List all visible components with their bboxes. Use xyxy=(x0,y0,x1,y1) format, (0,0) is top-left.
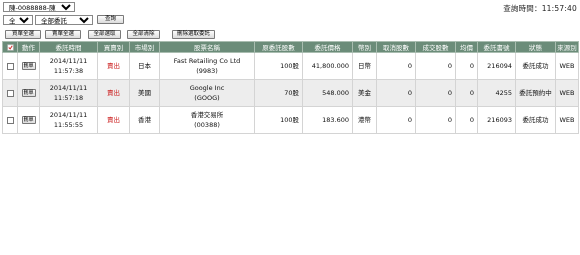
orders-table: 動作 委託時間 買賣別 市場別 股票名稱 原委託股數 委託價格 幣別 取消股數 … xyxy=(2,41,579,134)
col-header-order-no: 委託書號 xyxy=(477,41,516,53)
market-cell: 美國 xyxy=(129,79,160,107)
status-cell: 委託成功 xyxy=(515,52,556,80)
source-cell: WEB xyxy=(555,106,579,134)
account-select[interactable]: 陳-0088888-陳 先生 xyxy=(3,2,75,12)
side-cell: 賣出 xyxy=(97,106,130,134)
price-cell: 183.600 xyxy=(302,106,353,134)
header-select-cell[interactable] xyxy=(2,41,18,53)
order-date: 2014/11/11 xyxy=(49,57,88,65)
row-action-cell: 刪單 xyxy=(17,79,40,107)
row-checkbox[interactable] xyxy=(6,89,14,97)
col-header-currency: 幣別 xyxy=(352,41,377,53)
order-time: 11:57:18 xyxy=(53,94,84,102)
col-header-order-time: 委託時間 xyxy=(39,41,98,53)
market-cell: 香港 xyxy=(129,106,160,134)
row-select-cell xyxy=(2,106,18,134)
order-qty-cell: 70股 xyxy=(254,79,303,107)
col-header-source: 來源別 xyxy=(555,41,579,53)
checkbox-toggle-icon[interactable] xyxy=(6,43,14,51)
select-all-sell-button[interactable]: 賣單全選 xyxy=(45,30,81,39)
cancel-order-button[interactable]: 刪單 xyxy=(21,116,36,124)
query-time-value: 11:57:40 xyxy=(541,4,577,13)
avg-price-cell: 0 xyxy=(455,106,478,134)
row-select-cell xyxy=(2,52,18,80)
row-select-cell xyxy=(2,79,18,107)
select-all-button[interactable]: 全部選取 xyxy=(88,30,121,39)
cancel-selected-orders-button[interactable]: 刪除選取委託 xyxy=(172,30,215,39)
cancel-order-button[interactable]: 刪單 xyxy=(21,62,36,70)
order-qty-cell: 100股 xyxy=(254,52,303,80)
col-header-filled-qty: 成交股數 xyxy=(415,41,456,53)
stock-name: Fast Retailing Co Ltd xyxy=(173,57,241,65)
table-row: 刪單 2014/11/11 11:57:38 賣出 日本 Fast Retaili… xyxy=(2,52,579,80)
stock-name-cell: Fast Retailing Co Ltd (9983) xyxy=(159,52,255,80)
order-time: 11:57:38 xyxy=(53,67,84,75)
order-time: 11:55:55 xyxy=(53,121,84,129)
col-header-side: 買賣別 xyxy=(97,41,130,53)
order-date: 2014/11/11 xyxy=(49,84,88,92)
price-cell: 548.000 xyxy=(302,79,353,107)
currency-cell: 美金 xyxy=(352,79,377,107)
col-header-stock-name: 股票名稱 xyxy=(159,41,255,53)
avg-price-cell: 0 xyxy=(455,52,478,80)
stock-name-cell: Google Inc (GOOG) xyxy=(159,79,255,107)
col-header-market: 市場別 xyxy=(129,41,160,53)
select-all-buy-button[interactable]: 買單全選 xyxy=(5,30,41,39)
source-cell: WEB xyxy=(555,79,579,107)
price-cell: 41,800.000 xyxy=(302,52,353,80)
avg-price-cell: 0 xyxy=(455,79,478,107)
stock-name-cell: 香港交易所 (00388) xyxy=(159,106,255,134)
order-no-cell: 4255 xyxy=(477,79,516,107)
filled-qty-cell: 0 xyxy=(415,52,456,80)
order-time-cell: 2014/11/11 11:57:38 xyxy=(39,52,98,80)
order-no-cell: 216093 xyxy=(477,106,516,134)
order-time-cell: 2014/11/11 11:57:18 xyxy=(39,79,98,107)
status-cell: 委託預約中 xyxy=(515,79,556,107)
order-time-cell: 2014/11/11 11:55:55 xyxy=(39,106,98,134)
side-cell: 賣出 xyxy=(97,79,130,107)
row-checkbox[interactable] xyxy=(6,116,14,124)
col-header-avg-price: 均價 xyxy=(455,41,478,53)
cancelled-qty-cell: 0 xyxy=(376,106,416,134)
market-cell: 日本 xyxy=(129,52,160,80)
col-header-price: 委託價格 xyxy=(302,41,353,53)
order-qty-cell: 100股 xyxy=(254,106,303,134)
stock-code: (9983) xyxy=(196,67,218,75)
row-action-cell: 刪單 xyxy=(17,106,40,134)
table-row: 刪單 2014/11/11 11:55:55 賣出 香港 香港交易所 (00388)… xyxy=(2,106,579,134)
order-date: 2014/11/11 xyxy=(49,111,88,119)
filled-qty-cell: 0 xyxy=(415,79,456,107)
cancel-order-button[interactable]: 刪單 xyxy=(21,89,36,97)
order-status-select[interactable]: 全部委託 xyxy=(35,15,93,25)
order-no-cell: 216094 xyxy=(477,52,516,80)
source-cell: WEB xyxy=(555,52,579,80)
filled-qty-cell: 0 xyxy=(415,106,456,134)
currency-cell: 日幣 xyxy=(352,52,377,80)
currency-cell: 港幣 xyxy=(352,106,377,134)
col-header-order-qty: 原委託股數 xyxy=(254,41,303,53)
stock-name: Google Inc xyxy=(189,84,225,92)
stock-code: (GOOG) xyxy=(194,94,220,102)
table-row: 刪單 2014/11/11 11:57:18 賣出 美國 Google Inc (G… xyxy=(2,79,579,107)
market-select[interactable]: 全市場 xyxy=(3,15,33,25)
stock-name: 香港交易所 xyxy=(190,111,224,119)
cancelled-qty-cell: 0 xyxy=(376,52,416,80)
query-time: 查詢時間：11:57:40 xyxy=(503,3,577,14)
row-checkbox[interactable] xyxy=(6,62,14,70)
col-header-cancelled-qty: 取消股數 xyxy=(376,41,416,53)
table-header-row: 動作 委託時間 買賣別 市場別 股票名稱 原委託股數 委託價格 幣別 取消股數 … xyxy=(2,41,579,53)
status-cell: 委託成功 xyxy=(515,106,556,134)
cancelled-qty-cell: 0 xyxy=(376,79,416,107)
side-cell: 賣出 xyxy=(97,52,130,80)
col-header-status: 狀態 xyxy=(515,41,556,53)
row-action-cell: 刪單 xyxy=(17,52,40,80)
col-header-action: 動作 xyxy=(17,41,40,53)
query-button[interactable]: 查詢 xyxy=(97,15,124,24)
stock-code: (00388) xyxy=(194,121,220,129)
query-time-label: 查詢時間： xyxy=(503,4,542,13)
clear-all-button[interactable]: 全部清除 xyxy=(127,30,160,39)
